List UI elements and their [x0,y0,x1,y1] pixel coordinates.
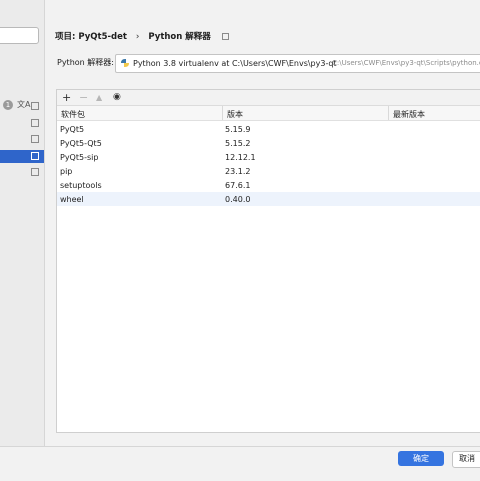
package-name: wheel [60,195,84,204]
package-version: 0.40.0 [225,195,251,204]
table-row[interactable]: PyQt5 5.15.9 [57,122,480,136]
packages-panel: + − ▲ ◉ 软件包 版本 最新版本 PyQt5 5.15.9 PyQt5-Q… [56,89,480,433]
remove-package-icon[interactable]: − [79,91,88,104]
packages-toolbar: + − ▲ ◉ [57,90,480,106]
settings-search-input[interactable] [0,27,39,44]
settings-page-icon [31,152,39,160]
interpreter-path: C:\Users\CWF\Envs\py3-qt\Scripts\python.… [332,59,480,67]
settings-page-icon [31,135,39,143]
table-row[interactable]: pip 23.1.2 [57,164,480,178]
column-latest-version[interactable]: 最新版本 [393,109,425,120]
package-version: 23.1.2 [225,167,251,176]
package-name: PyQt5-sip [60,153,99,162]
settings-page-icon [31,102,39,110]
package-name: PyQt5 [60,125,85,134]
package-version: 12.12.1 [225,153,256,162]
settings-page-icon [31,119,39,127]
package-version: 67.6.1 [225,181,251,190]
interpreter-name: Python 3.8 virtualenv at C:\Users\CWF\En… [133,59,337,68]
python-icon [121,59,129,67]
sidebar-item-2[interactable] [0,117,44,130]
column-divider [388,106,389,120]
table-row[interactable]: PyQt5-Qt5 5.15.2 [57,136,480,150]
settings-page-icon [31,168,39,176]
column-divider [222,106,223,120]
package-name: PyQt5-Qt5 [60,139,102,148]
upgrade-package-icon[interactable]: ▲ [96,91,102,104]
sidebar-item-python-interpreter[interactable] [0,150,44,163]
table-row[interactable]: setuptools 67.6.1 [57,178,480,192]
column-package[interactable]: 软件包 [61,109,85,120]
table-row-selected[interactable]: wheel 0.40.0 [57,192,480,206]
interpreter-select[interactable]: Python 3.8 virtualenv at C:\Users\CWF\En… [115,54,480,73]
package-version: 5.15.9 [225,125,251,134]
sidebar-item-5[interactable] [0,166,44,179]
sidebar-item-3[interactable] [0,133,44,146]
project-scope-icon [221,33,229,40]
ok-button[interactable]: 确定 [398,451,444,466]
settings-sidebar: 1 文A [0,0,45,446]
table-header: 软件包 版本 最新版本 [57,106,480,121]
column-version[interactable]: 版本 [227,109,243,120]
breadcrumb-project[interactable]: 项目: PyQt5-det [55,32,127,42]
package-version: 5.15.2 [225,139,251,148]
eye-icon[interactable]: ◉ [113,91,121,104]
page-title: Python 解释器 [148,32,211,42]
add-package-icon[interactable]: + [62,91,71,104]
cancel-button[interactable]: 取消 [452,451,480,468]
table-row[interactable]: PyQt5-sip 12.12.1 [57,150,480,164]
sidebar-item-1[interactable] [0,100,44,113]
breadcrumb-separator: › [135,32,140,42]
package-name: pip [60,167,73,176]
breadcrumb: 项目: PyQt5-det › Python 解释器 [55,30,235,42]
package-name: setuptools [60,181,102,190]
interpreter-label: Python 解释器: [57,58,114,67]
